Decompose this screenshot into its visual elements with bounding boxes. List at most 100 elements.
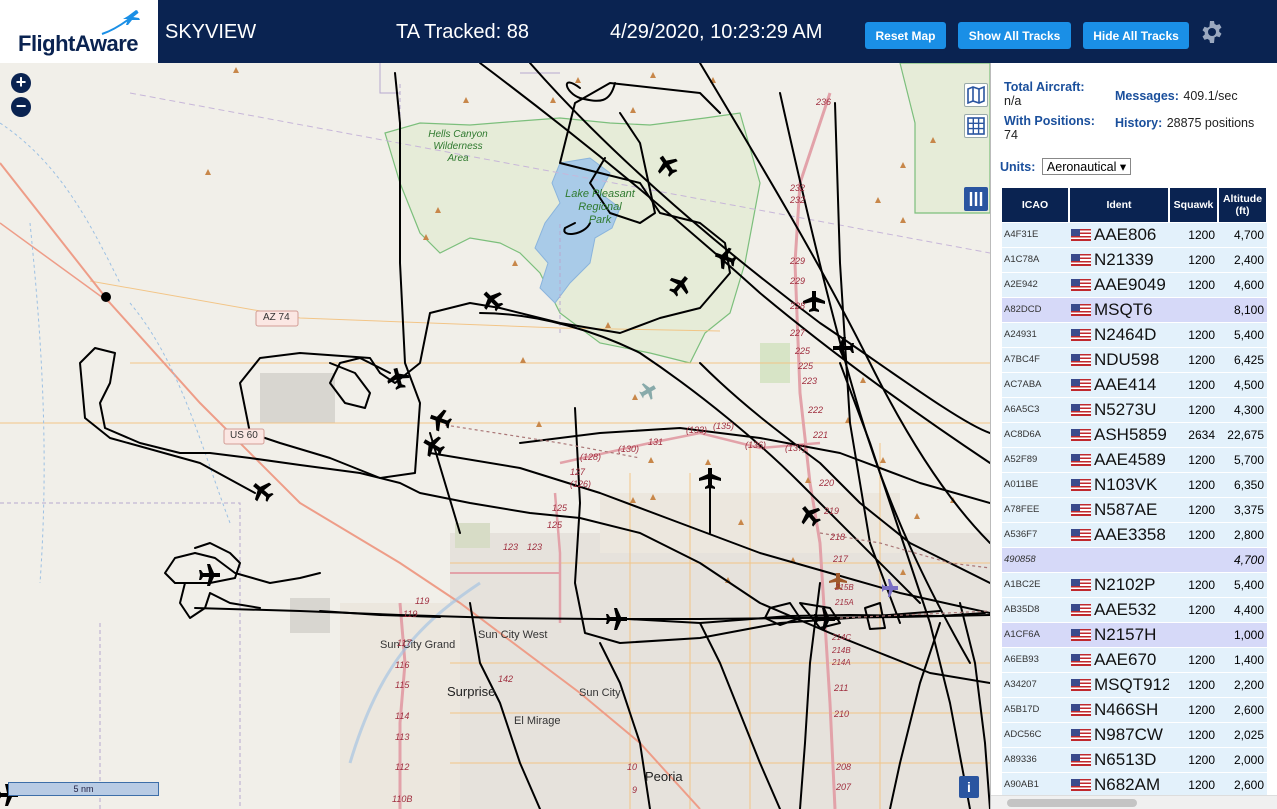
- table-row[interactable]: A5B17D N466SH 1200 2,600: [1002, 696, 1267, 722]
- road-number: 214B: [832, 646, 851, 655]
- icao-cell: A7BC4F: [1002, 346, 1069, 372]
- icao-cell: A90AB1: [1002, 771, 1069, 797]
- altitude-cell: 2,000: [1218, 746, 1267, 772]
- squawk-cell: 1200: [1169, 496, 1218, 522]
- ident-cell: N2464D: [1069, 321, 1169, 347]
- road-number: 211: [834, 683, 849, 693]
- table-row[interactable]: A1BC2E N2102P 1200 5,400: [1002, 571, 1267, 597]
- us-flag-icon: [1071, 528, 1091, 541]
- table-row[interactable]: A82DCD MSQT6 8,100: [1002, 296, 1267, 322]
- table-row[interactable]: A536F7 AAE3358 1200 2,800: [1002, 521, 1267, 547]
- table-row[interactable]: A2E942 AAE9049 1200 4,600: [1002, 271, 1267, 297]
- table-row[interactable]: A011BE N103VK 1200 6,350: [1002, 471, 1267, 497]
- table-row[interactable]: ADC56C N987CW 1200 2,025: [1002, 721, 1267, 747]
- messages-stat: Messages: 409.1/sec: [1115, 87, 1238, 105]
- table-row[interactable]: A90AB1 N682AM 1200 2,600: [1002, 771, 1267, 797]
- altitude-cell: 8,100: [1218, 296, 1267, 322]
- road-number: 210: [834, 709, 850, 719]
- units-value: Aeronautical: [1046, 160, 1117, 174]
- squawk-cell: 2634: [1169, 421, 1218, 447]
- flightaware-logo[interactable]: FlightAware: [0, 0, 160, 63]
- map-canvas[interactable]: Hells Canyon Wilderness Area Lake Pleasa…: [0, 63, 990, 809]
- road-number: (128): [580, 452, 602, 462]
- peoria-label: Peoria: [645, 769, 683, 784]
- road-number: 119: [403, 609, 418, 619]
- table-row[interactable]: A89336 N6513D 1200 2,000: [1002, 746, 1267, 772]
- ident-cell: N2102P: [1069, 571, 1169, 597]
- road-number: 142: [498, 674, 514, 684]
- table-row[interactable]: A6A5C3 N5273U 1200 4,300: [1002, 396, 1267, 422]
- icao-cell: A011BE: [1002, 471, 1069, 497]
- road-number: 207: [836, 782, 852, 792]
- map-labels: Hells Canyon Wilderness Area Lake Pleasa…: [0, 63, 990, 809]
- show-all-tracks-button[interactable]: Show All Tracks: [958, 22, 1071, 49]
- road-number: 10: [627, 762, 638, 772]
- table-row[interactable]: A24931 N2464D 1200 5,400: [1002, 321, 1267, 347]
- hide-all-tracks-button[interactable]: Hide All Tracks: [1083, 22, 1189, 49]
- map-layers-button[interactable]: [964, 83, 988, 107]
- altitude-cell: 22,675: [1218, 421, 1267, 447]
- squawk-cell: 1200: [1169, 346, 1218, 372]
- ident-text: N21339: [1094, 249, 1154, 269]
- road-number: 229: [790, 276, 806, 286]
- column-toggle-button[interactable]: [964, 187, 988, 211]
- road-number: 225: [798, 361, 814, 371]
- icao-cell: A6A5C3: [1002, 396, 1069, 422]
- icao-cell: 490858: [1002, 546, 1069, 572]
- grid-overlay-button[interactable]: [964, 114, 988, 138]
- us-flag-icon: [1071, 478, 1091, 491]
- aircraft-table-body: A4F31E AAE806 1200 4,700 A1C78A N21339 1200 2,4…: [1002, 221, 1267, 797]
- table-row[interactable]: AC7ABA AAE414 1200 4,500: [1002, 371, 1267, 397]
- squawk-cell: 1200: [1169, 396, 1218, 422]
- horizontal-scrollbar[interactable]: [991, 795, 1277, 809]
- info-button[interactable]: i: [959, 776, 979, 798]
- ident-cell: ASH5859: [1069, 421, 1169, 447]
- ident-cell: MSQT6: [1069, 296, 1169, 322]
- table-row[interactable]: A6EB93 AAE670 1200 1,400: [1002, 646, 1267, 672]
- reset-map-button[interactable]: Reset Map: [865, 22, 946, 49]
- squawk-cell: 1200: [1169, 571, 1218, 597]
- units-select[interactable]: Aeronautical ▾: [1041, 158, 1132, 175]
- with-positions-stat: With Positions: 74: [1004, 114, 1095, 142]
- ident-text: N682AM: [1094, 774, 1161, 794]
- squawk-cell: 1200: [1169, 246, 1218, 272]
- table-row[interactable]: A34207 MSQT912 1200 2,200: [1002, 671, 1267, 697]
- aircraft-sidebar: Total Aircraft: n/a With Positions: 74 M…: [990, 63, 1277, 809]
- units-label: Units:: [1000, 160, 1036, 174]
- col-squawk[interactable]: Squawk: [1169, 188, 1219, 222]
- road-number: 127: [570, 467, 586, 477]
- gear-icon[interactable]: [1200, 20, 1224, 44]
- icao-cell: A536F7: [1002, 521, 1069, 547]
- label-line: Hells Canyon: [428, 129, 488, 140]
- total-aircraft-value: n/a: [1004, 94, 1022, 108]
- altitude-cell: 4,300: [1218, 396, 1267, 422]
- table-row[interactable]: AB35D8 AAE532 1200 4,400: [1002, 596, 1267, 622]
- table-row[interactable]: AC8D6A ASH5859 2634 22,675: [1002, 421, 1267, 447]
- header-bar: FlightAware SKYVIEW TA Tracked: 88 4/29/…: [0, 0, 1277, 63]
- table-row[interactable]: A78FEE N587AE 1200 3,375: [1002, 496, 1267, 522]
- ident-text: N103VK: [1094, 474, 1158, 494]
- ident-text: AAE670: [1094, 649, 1157, 669]
- altitude-cell: 2,200: [1218, 671, 1267, 697]
- table-row[interactable]: A1C78A N21339 1200 2,400: [1002, 246, 1267, 272]
- col-altitude[interactable]: Altitude (ft): [1218, 188, 1268, 222]
- road-number: 116: [395, 660, 410, 670]
- col-ident[interactable]: Ident: [1069, 188, 1170, 222]
- table-row[interactable]: A7BC4F NDU598 1200 6,425: [1002, 346, 1267, 372]
- surprise-label: Surprise: [447, 684, 496, 699]
- zoom-out-button[interactable]: −: [11, 97, 31, 117]
- icao-cell: A34207: [1002, 671, 1069, 697]
- icao-cell: A1BC2E: [1002, 571, 1069, 597]
- col-icao[interactable]: ICAO: [1002, 188, 1070, 222]
- ident-text: AAE9049: [1094, 274, 1166, 294]
- ident-cell: N682AM: [1069, 771, 1169, 797]
- zoom-in-button[interactable]: +: [11, 73, 31, 93]
- table-row[interactable]: A4F31E AAE806 1200 4,700: [1002, 221, 1267, 247]
- altitude-cell: 3,375: [1218, 496, 1267, 522]
- table-row[interactable]: 490858 4,700: [1002, 546, 1267, 572]
- table-row[interactable]: A52F89 AAE4589 1200 5,700: [1002, 446, 1267, 472]
- table-row[interactable]: A1CF6A N2157H 1,000: [1002, 621, 1267, 647]
- scrollbar-thumb[interactable]: [1007, 799, 1137, 807]
- us60-shield: US 60: [230, 430, 258, 441]
- grid-icon: [967, 117, 985, 135]
